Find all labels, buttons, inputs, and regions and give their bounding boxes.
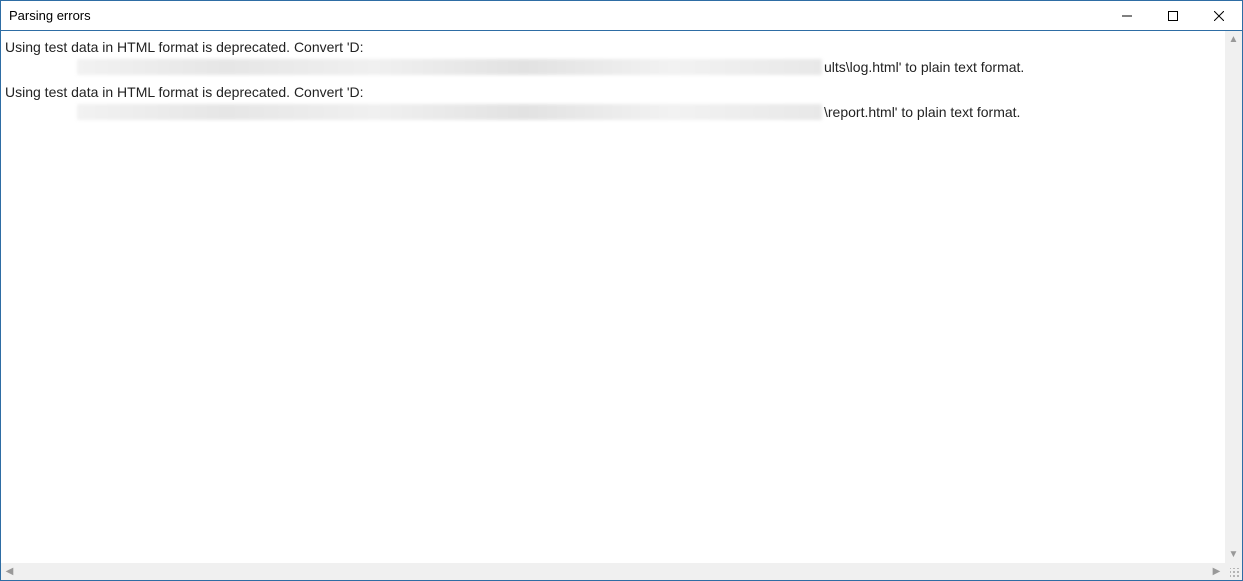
close-button[interactable] <box>1196 1 1242 30</box>
scroll-right-arrow-icon[interactable]: ▶ <box>1208 563 1225 580</box>
error-message: Using test data in HTML format is deprec… <box>5 82 1238 123</box>
error-text-tail: \report.html' to plain text format. <box>824 102 1020 122</box>
redacted-path <box>77 59 822 75</box>
error-text-tail: ults\log.html' to plain text format. <box>824 57 1024 77</box>
error-text-line1: Using test data in HTML format is deprec… <box>5 37 1238 57</box>
maximize-button[interactable] <box>1150 1 1196 30</box>
close-icon <box>1214 11 1224 21</box>
window-controls <box>1104 1 1242 30</box>
error-message: Using test data in HTML format is deprec… <box>5 37 1238 78</box>
redacted-path <box>77 104 822 120</box>
vertical-scrollbar[interactable]: ▲ ▼ <box>1225 31 1242 563</box>
window-frame: Parsing errors Using test data in HTML f… <box>0 0 1243 581</box>
horizontal-scrollbar[interactable]: ◀ ▶ <box>1 563 1242 580</box>
minimize-button[interactable] <box>1104 1 1150 30</box>
resize-grip[interactable] <box>1225 563 1242 580</box>
minimize-icon <box>1122 11 1132 21</box>
titlebar[interactable]: Parsing errors <box>1 1 1242 31</box>
scroll-down-arrow-icon[interactable]: ▼ <box>1225 546 1242 563</box>
window-title: Parsing errors <box>1 8 91 23</box>
error-text-line1: Using test data in HTML format is deprec… <box>5 82 1238 102</box>
content-wrapper: Using test data in HTML format is deprec… <box>1 31 1242 580</box>
scroll-left-arrow-icon[interactable]: ◀ <box>1 563 18 580</box>
messages-area: Using test data in HTML format is deprec… <box>1 31 1242 580</box>
scroll-up-arrow-icon[interactable]: ▲ <box>1225 31 1242 48</box>
maximize-icon <box>1168 11 1178 21</box>
